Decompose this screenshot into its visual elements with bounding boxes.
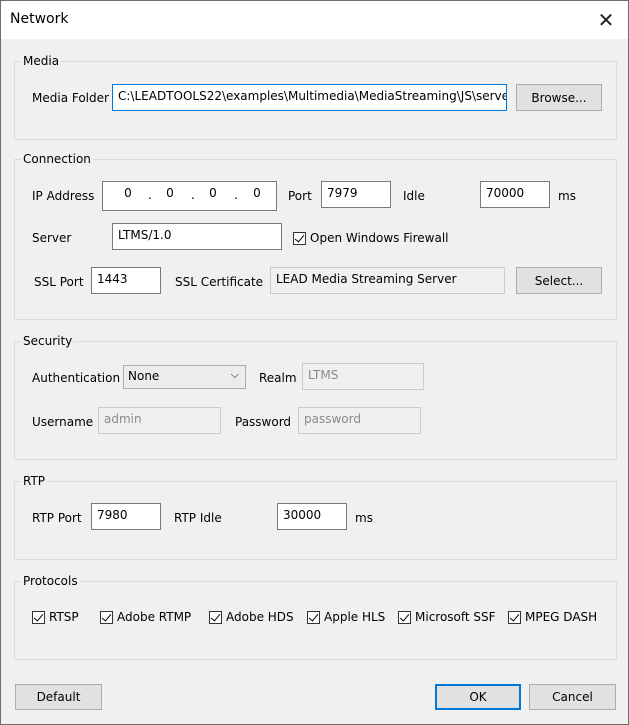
checkbox-checked-icon: [32, 610, 45, 624]
open-firewall-checkbox[interactable]: Open Windows Firewall: [293, 231, 449, 245]
username-label: Username: [32, 415, 94, 429]
ip-octet-1: 0: [124, 186, 132, 200]
media-legend: Media: [21, 54, 62, 68]
idle-unit: ms: [558, 189, 576, 203]
default-button[interactable]: Default: [15, 684, 102, 710]
protocol-label: Microsoft SSF: [415, 610, 496, 624]
protocol-label: Adobe HDS: [226, 610, 294, 624]
protocol-apple-hls-checkbox[interactable]: Apple HLS: [307, 610, 385, 624]
protocol-rtsp-checkbox[interactable]: RTSP: [32, 610, 79, 624]
security-group: [14, 341, 617, 460]
authentication-select[interactable]: None ⌵: [123, 365, 246, 389]
ssl-certificate-field: LEAD Media Streaming Server: [270, 267, 505, 294]
username-input: admin: [98, 407, 221, 434]
idle-label: Idle: [403, 189, 425, 203]
checkbox-checked-icon: [398, 610, 411, 624]
ip-address-label: IP Address: [32, 189, 95, 203]
idle-input[interactable]: 70000: [480, 181, 550, 208]
connection-legend: Connection: [21, 152, 93, 166]
rtp-legend: RTP: [21, 474, 48, 488]
authentication-value: None: [128, 369, 160, 383]
dialog-title: Network: [10, 11, 69, 27]
ip-separator: .: [191, 188, 195, 202]
rtp-port-label: RTP Port: [32, 511, 82, 525]
open-firewall-label: Open Windows Firewall: [310, 231, 449, 245]
network-dialog: Network ✕ Media Media Folder C:\LEADTOOL…: [0, 0, 629, 725]
select-certificate-button[interactable]: Select...: [516, 267, 602, 294]
cancel-button[interactable]: Cancel: [529, 684, 616, 710]
port-input[interactable]: 7979: [321, 181, 391, 208]
port-label: Port: [288, 189, 312, 203]
protocol-adobe-hds-checkbox[interactable]: Adobe HDS: [209, 610, 294, 624]
checkbox-checked-icon: [100, 610, 113, 624]
rtp-idle-label: RTP Idle: [174, 511, 222, 525]
ssl-port-label: SSL Port: [34, 275, 84, 289]
protocol-mpeg-dash-checkbox[interactable]: MPEG DASH: [508, 610, 597, 624]
protocol-label: MPEG DASH: [525, 610, 598, 624]
ip-octet-2: 0: [166, 186, 174, 200]
protocol-label: Apple HLS: [324, 610, 386, 624]
realm-label: Realm: [259, 371, 297, 385]
password-input: password: [298, 407, 421, 434]
ok-button[interactable]: OK: [435, 684, 521, 710]
protocol-label: Adobe RTMP: [117, 610, 192, 624]
browse-button[interactable]: Browse...: [516, 84, 602, 111]
chevron-down-icon: ⌵: [230, 368, 239, 381]
protocol-label: RTSP: [49, 610, 79, 624]
checkbox-checked-icon: [209, 610, 222, 624]
rtp-port-input[interactable]: 7980: [91, 503, 161, 530]
ip-separator: .: [148, 188, 152, 202]
protocol-adobe-rtmp-checkbox[interactable]: Adobe RTMP: [100, 610, 191, 624]
realm-input: LTMS: [302, 363, 424, 390]
rtp-idle-input[interactable]: 30000: [277, 503, 347, 530]
checkbox-checked-icon: [508, 610, 521, 624]
ip-octet-4: 0: [253, 186, 261, 200]
server-label: Server: [32, 231, 72, 245]
ip-address-input[interactable]: 0 . 0 . 0 . 0: [102, 181, 277, 211]
title-bar: Network ✕: [1, 1, 628, 39]
checkbox-checked-icon: [307, 610, 320, 624]
media-folder-input[interactable]: C:\LEADTOOLS22\examples\Multimedia\Media…: [112, 84, 507, 111]
authentication-label: Authentication: [32, 371, 121, 385]
ip-octet-3: 0: [209, 186, 217, 200]
checkbox-checked-icon: [293, 231, 306, 245]
media-folder-label: Media Folder: [32, 91, 109, 105]
password-label: Password: [235, 415, 292, 429]
ssl-certificate-label: SSL Certificate: [175, 275, 264, 289]
close-icon[interactable]: ✕: [584, 1, 628, 39]
rtp-idle-unit: ms: [355, 511, 373, 525]
server-input[interactable]: LTMS/1.0: [112, 223, 282, 250]
security-legend: Security: [21, 334, 75, 348]
ip-separator: .: [234, 188, 238, 202]
protocol-microsoft-ssf-checkbox[interactable]: Microsoft SSF: [398, 610, 496, 624]
protocols-legend: Protocols: [21, 574, 80, 588]
ssl-port-input[interactable]: 1443: [91, 267, 161, 294]
